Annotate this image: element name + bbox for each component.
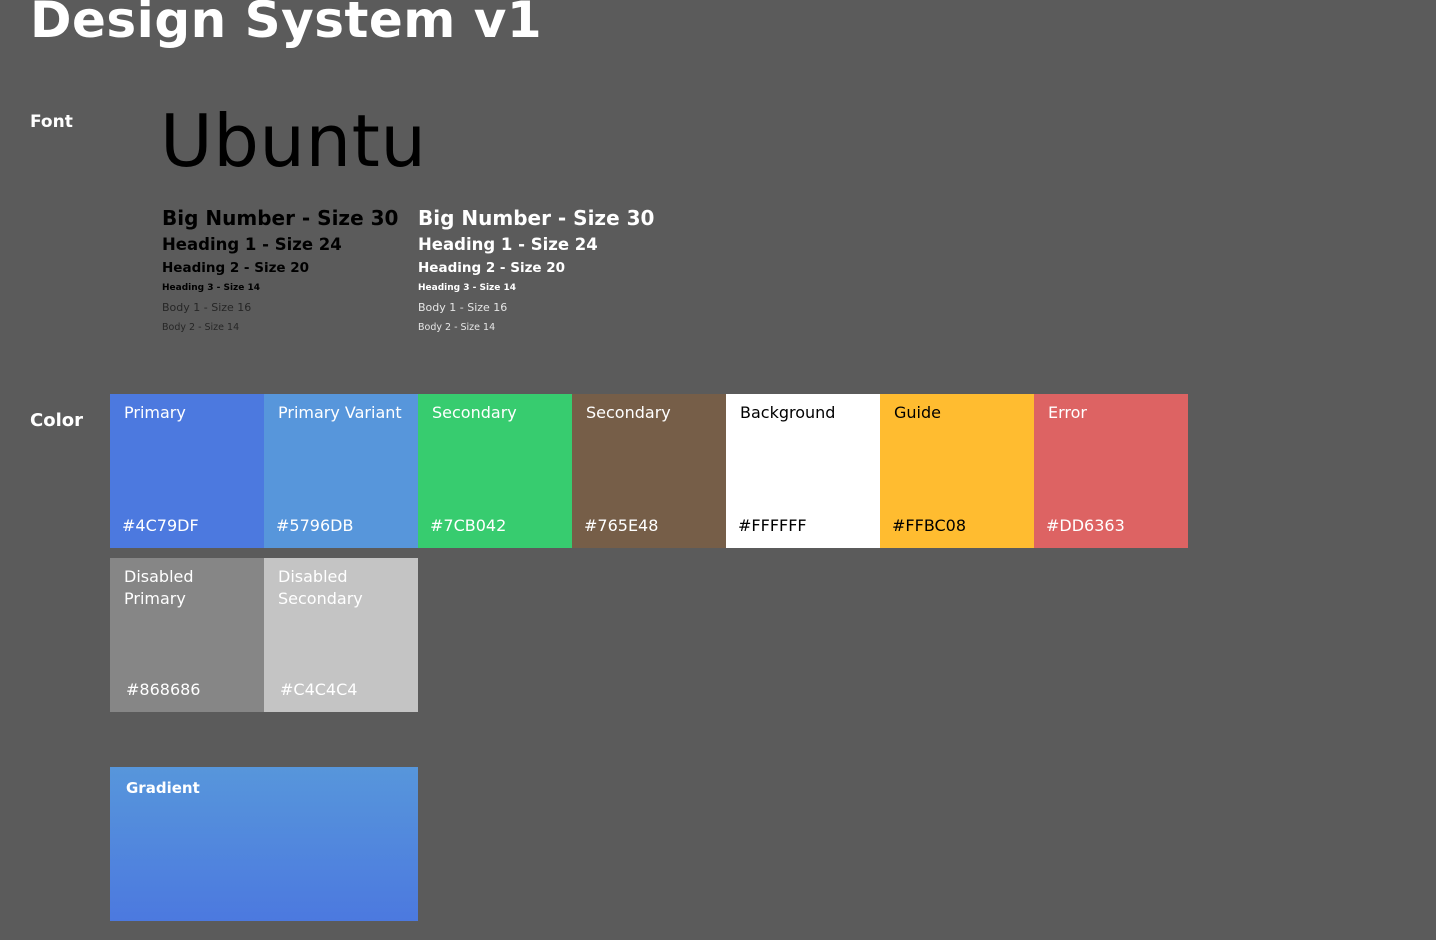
swatch-secondary-brown: Secondary #765E48	[572, 394, 726, 548]
swatch-name: Disabled Secondary	[278, 567, 363, 608]
type-heading-2-dark: Heading 2 - Size 20	[162, 260, 310, 276]
swatch-name: Guide	[894, 403, 941, 422]
swatch-hex: #5796DB	[276, 516, 354, 535]
type-heading-2-light: Heading 2 - Size 20	[418, 260, 566, 276]
type-heading-3-dark: Heading 3 - Size 14	[162, 283, 261, 293]
page-title: Design System v1	[30, 0, 543, 49]
swatch-hex: #7CB042	[430, 516, 507, 535]
swatch-hex: #FFBC08	[892, 516, 967, 535]
swatch-primary: Primary #4C79DF	[110, 394, 264, 548]
swatch-hex: #FFFFFF	[738, 516, 807, 535]
swatch-name: Secondary	[432, 403, 517, 422]
type-heading-1-dark: Heading 1 - Size 24	[162, 235, 342, 254]
type-big-number-light: Big Number - Size 30	[418, 206, 655, 230]
swatch-name: Background	[740, 403, 836, 422]
swatch-hex: #868686	[126, 680, 201, 699]
swatch-hex: #765E48	[584, 516, 659, 535]
font-sample: Ubuntu	[160, 99, 427, 183]
swatch-disabled-secondary: Disabled Secondary #C4C4C4	[264, 558, 418, 712]
swatch-secondary-green: Secondary #7CB042	[418, 394, 572, 548]
swatch-guide: Guide #FFBC08	[880, 394, 1034, 548]
swatch-hex: #C4C4C4	[280, 680, 358, 699]
swatch-name: Primary	[124, 403, 186, 422]
font-section-label: Font	[30, 112, 73, 132]
type-big-number-dark: Big Number - Size 30	[162, 206, 399, 230]
type-scale-light: Big Number - Size 30 Heading 1 - Size 24…	[418, 204, 668, 338]
swatch-disabled-primary: Disabled Primary #868686	[110, 558, 264, 712]
swatch-name: Disabled Primary	[124, 567, 194, 608]
color-section-label: Color	[30, 410, 83, 431]
swatch-name: Error	[1048, 403, 1087, 422]
swatch-background: Background #FFFFFF	[726, 394, 880, 548]
swatch-hex: #DD6363	[1046, 516, 1125, 535]
swatch-hex: #4C79DF	[122, 516, 199, 535]
swatch-name: Primary Variant	[278, 403, 402, 422]
type-body-1-light: Body 1 - Size 16	[418, 301, 508, 314]
type-heading-3-light: Heading 3 - Size 14	[418, 283, 517, 293]
gradient-swatch: Gradient	[110, 767, 418, 921]
type-body-1-dark: Body 1 - Size 16	[162, 301, 252, 314]
type-body-2-dark: Body 2 - Size 14	[162, 322, 240, 333]
type-scale-dark: Big Number - Size 30 Heading 1 - Size 24…	[162, 204, 412, 338]
swatch-name: Secondary	[586, 403, 671, 422]
type-body-2-light: Body 2 - Size 14	[418, 322, 496, 333]
swatch-error: Error #DD6363	[1034, 394, 1188, 548]
gradient-label: Gradient	[126, 779, 200, 797]
swatch-primary-variant: Primary Variant #5796DB	[264, 394, 418, 548]
type-heading-1-light: Heading 1 - Size 24	[418, 235, 598, 254]
